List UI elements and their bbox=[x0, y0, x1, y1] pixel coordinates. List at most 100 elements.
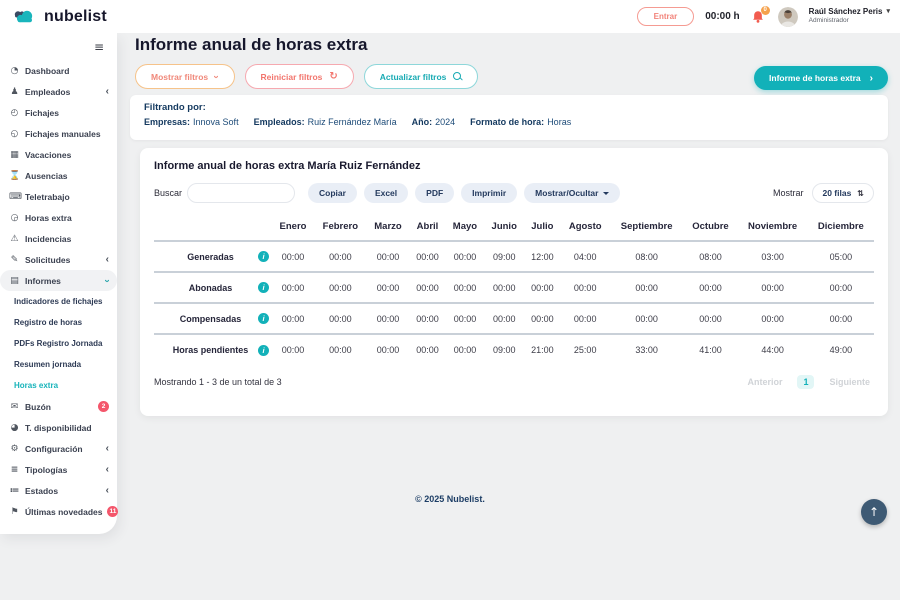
actualizar-filtros-button[interactable]: Actualizar filtros bbox=[364, 64, 479, 89]
column-header-mayo: Mayo bbox=[446, 212, 485, 241]
rows-per-page-select[interactable]: 20 filas ⇅ bbox=[812, 183, 874, 203]
sidebar-item-label: Empleados bbox=[25, 87, 70, 97]
sidebar-item-buzon[interactable]: ✉Buzón2 bbox=[0, 396, 117, 417]
refresh-icon: ↻ bbox=[329, 71, 337, 82]
cloud-logo-icon bbox=[12, 8, 38, 25]
sidebar-item-label: T. disponibilidad bbox=[25, 423, 92, 433]
value-cell: 00:00 bbox=[683, 272, 737, 303]
copiar-button[interactable]: Copiar bbox=[308, 183, 357, 203]
hamburger-menu-icon[interactable]: ≡ bbox=[94, 40, 104, 54]
value-cell: 00:00 bbox=[409, 272, 445, 303]
sidebar-subitem-registro-de-horas[interactable]: Registro de horas bbox=[0, 312, 117, 333]
row-label-wrap: Abonadasi bbox=[157, 282, 269, 293]
nubelist-logo[interactable]: nubelist bbox=[12, 8, 107, 26]
row-label: Horas pendientes bbox=[163, 345, 258, 355]
pagination-previous[interactable]: Anterior bbox=[747, 377, 782, 387]
sidebar-item-informes[interactable]: ▤Informes‹ bbox=[0, 270, 117, 291]
entrar-button[interactable]: Entrar bbox=[637, 7, 695, 26]
column-header-noviembre: Noviembre bbox=[738, 212, 808, 241]
sidebar-item-configuracion[interactable]: ⚙Configuración‹ bbox=[0, 438, 117, 459]
sidebar-item-empleados[interactable]: ♟Empleados‹ bbox=[0, 81, 117, 102]
mostrar-filtros-button[interactable]: Mostrar filtros ‹ bbox=[135, 64, 235, 89]
value-cell: 00:00 bbox=[561, 303, 610, 334]
pagination-current-page[interactable]: 1 bbox=[797, 375, 814, 389]
sidebar-subitem-horas-extra[interactable]: Horas extra bbox=[0, 375, 117, 396]
value-cell: 33:00 bbox=[610, 334, 684, 365]
info-icon[interactable]: i bbox=[258, 282, 269, 293]
column-header-octubre: Octubre bbox=[683, 212, 737, 241]
value-cell: 00:00 bbox=[314, 272, 367, 303]
filter-ano: Año:2024 bbox=[412, 117, 456, 127]
sidebar-item-label: Buzón bbox=[25, 402, 51, 412]
info-icon[interactable]: i bbox=[258, 313, 269, 324]
sidebar-item-ausencias[interactable]: ⌛Ausencias bbox=[0, 165, 117, 186]
value-cell: 00:00 bbox=[610, 272, 684, 303]
sidebar-item-label: Informes bbox=[25, 276, 61, 286]
app-window: nubelist Entrar 00:00 h 0 bbox=[0, 0, 900, 600]
imprimir-button[interactable]: Imprimir bbox=[461, 183, 517, 203]
table-row-abonadas: Abonadasi00:0000:0000:0000:0000:0000:000… bbox=[154, 272, 874, 303]
search-input[interactable] bbox=[187, 183, 295, 203]
edit-doc-icon: ✎ bbox=[9, 255, 20, 265]
row-label: Compensadas bbox=[163, 314, 258, 324]
table-row-compensadas: Compensadasi00:0000:0000:0000:0000:0000:… bbox=[154, 303, 874, 334]
brand-name: nubelist bbox=[44, 8, 107, 26]
excel-button[interactable]: Excel bbox=[364, 183, 408, 203]
pdf-button[interactable]: PDF bbox=[415, 183, 454, 203]
sidebar-item-fichajes-manuales[interactable]: ◵Fichajes manuales bbox=[0, 123, 117, 144]
sidebar-item-incidencias[interactable]: ⚠Incidencias bbox=[0, 228, 117, 249]
chevron-left-icon: ‹ bbox=[106, 255, 109, 265]
value-cell: 00:00 bbox=[272, 334, 314, 365]
value-cell: 00:00 bbox=[446, 272, 485, 303]
sidebar-item-label: Solicitudes bbox=[25, 255, 70, 265]
sidebar-item-vacaciones[interactable]: ▦Vacaciones bbox=[0, 144, 117, 165]
filter-empresas: Empresas:Innova Soft bbox=[144, 117, 239, 127]
scroll-to-top-button[interactable]: ↑ bbox=[861, 499, 887, 525]
column-header-agosto: Agosto bbox=[561, 212, 610, 241]
sidebar-item-label: Fichajes manuales bbox=[25, 129, 101, 139]
sidebar-item-label: Vacaciones bbox=[25, 150, 71, 160]
mostrar-ocultar-columns-button[interactable]: Mostrar/Ocultar bbox=[524, 183, 620, 203]
sort-updown-icon: ⇅ bbox=[857, 189, 864, 198]
sidebar-item-dashboard[interactable]: ◔Dashboard bbox=[0, 60, 117, 81]
sidebar-item-solicitudes[interactable]: ✎ Solicitudes ‹ bbox=[0, 249, 117, 270]
row-label-cell: Horas pendientesi bbox=[154, 334, 272, 365]
sidebar-item-label: Configuración bbox=[25, 444, 83, 454]
filter-summary-line: Empresas:Innova Soft Empleados:Ruiz Fern… bbox=[144, 117, 874, 127]
sidebar-subitem-resumen-jornada[interactable]: Resumen jornada bbox=[0, 354, 117, 375]
info-icon[interactable]: i bbox=[258, 251, 269, 262]
filter-empleados: Empleados:Ruiz Fernández María bbox=[254, 117, 397, 127]
value-cell: 00:00 bbox=[272, 272, 314, 303]
value-cell: 00:00 bbox=[524, 272, 560, 303]
row-label: Abonadas bbox=[163, 283, 258, 293]
notifications-bell[interactable]: 0 bbox=[751, 9, 767, 25]
value-cell: 00:00 bbox=[561, 272, 610, 303]
informe-horas-extra-button[interactable]: Informe de horas extra › bbox=[754, 66, 888, 90]
sidebar-item-t-disponibilidad[interactable]: ◕T. disponibilidad bbox=[0, 417, 117, 438]
reiniciar-filtros-button[interactable]: Reiniciar filtros ↻ bbox=[245, 64, 354, 89]
row-label-wrap: Horas pendientesi bbox=[157, 345, 269, 356]
value-cell: 00:00 bbox=[524, 303, 560, 334]
sliders-icon: ≔ bbox=[9, 486, 20, 496]
sidebar-subitem-indicadores-de-fichajes[interactable]: Indicadores de fichajes bbox=[0, 291, 117, 312]
user-avatar[interactable] bbox=[778, 7, 798, 27]
table-header-row: EneroFebreroMarzoAbrilMayoJunioJulioAgos… bbox=[154, 212, 874, 241]
sidebar-item-horas-extra[interactable]: ◶Horas extra bbox=[0, 207, 117, 228]
sidebar-item-teletrabajo[interactable]: ⌨Teletrabajo bbox=[0, 186, 117, 207]
pagination: Anterior 1 Siguiente bbox=[747, 375, 870, 389]
show-label: Mostrar bbox=[773, 188, 804, 198]
sidebar-subitem-pdfs-registro-jornada[interactable]: PDFs Registro Jornada bbox=[0, 333, 117, 354]
table-controls: Buscar CopiarExcelPDFImprimirMostrar/Ocu… bbox=[154, 183, 874, 203]
sidebar-item-estados[interactable]: ≔Estados‹ bbox=[0, 480, 117, 501]
user-role: Administrador bbox=[809, 17, 890, 25]
chevron-down-icon: ▾ bbox=[886, 8, 890, 17]
user-menu[interactable]: Raúl Sánchez Peris ▾ Administrador bbox=[809, 7, 890, 25]
value-cell: 00:00 bbox=[446, 334, 485, 365]
sidebar-item-tipologias[interactable]: ≡Tipologías‹ bbox=[0, 459, 117, 480]
sidebar-item-ultimas-novedades[interactable]: ⚑Últimas novedades11 bbox=[0, 501, 117, 522]
sidebar-item-label: Fichajes bbox=[25, 108, 59, 118]
sidebar-item-fichajes[interactable]: ◴Fichajes bbox=[0, 102, 117, 123]
value-cell: 00:00 bbox=[367, 334, 410, 365]
info-icon[interactable]: i bbox=[258, 345, 269, 356]
pagination-next[interactable]: Siguiente bbox=[829, 377, 870, 387]
